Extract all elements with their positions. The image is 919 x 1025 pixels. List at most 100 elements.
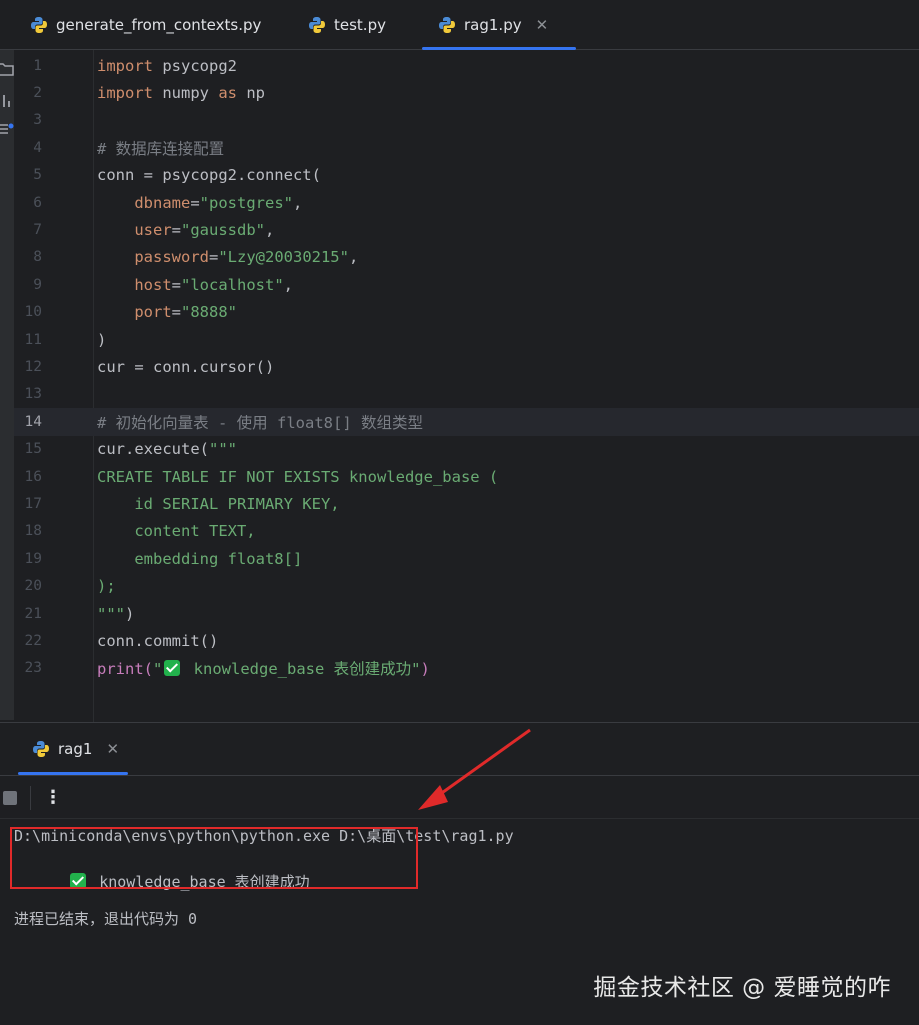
keyword: import — [97, 84, 153, 103]
code-line[interactable]: 13 — [14, 381, 919, 408]
editor-tab-bar: generate_from_contexts.py test.py rag1.p… — [0, 0, 919, 50]
tab-generate-from-contexts[interactable]: generate_from_contexts.py — [30, 0, 261, 50]
string-literal: """ — [208, 440, 237, 459]
check-mark-icon — [164, 660, 181, 677]
line-number: 6 — [33, 194, 42, 211]
param-name: user — [134, 221, 172, 240]
tab-test[interactable]: test.py — [308, 0, 386, 50]
code-line[interactable]: 22 conn.commit() — [14, 627, 919, 654]
more-options-icon[interactable]: ⋮ — [44, 784, 62, 812]
run-tab-label: rag1 — [58, 740, 93, 758]
code-text: ) — [97, 330, 107, 349]
line-number: 20 — [24, 578, 42, 595]
code-editor[interactable]: 1 import psycopg2 2 import numpy as np 3… — [14, 50, 919, 722]
python-run-icon — [33, 741, 49, 757]
string-literal: " — [153, 660, 163, 679]
code-line[interactable]: 4 # 数据库连接配置 — [14, 134, 919, 161]
line-number: 7 — [33, 222, 42, 239]
line-number: 11 — [24, 331, 42, 348]
code-line[interactable]: 9 host="localhost", — [14, 271, 919, 298]
line-number: 13 — [24, 386, 42, 403]
tab-label: rag1.py — [464, 16, 522, 34]
code-line-current[interactable]: 14 # 初始化向量表 - 使用 float8[] 数组类型 — [14, 408, 919, 436]
line-number: 10 — [24, 304, 42, 321]
string-literal: CREATE TABLE IF NOT EXISTS knowledge_bas… — [97, 467, 499, 486]
line-number: 2 — [33, 85, 42, 102]
code-line[interactable]: 8 password="Lzy@20030215", — [14, 244, 919, 271]
line-number: 4 — [33, 139, 42, 156]
string-literal: "postgres" — [199, 193, 293, 212]
comment: # 初始化向量表 - 使用 float8[] 数组类型 — [97, 413, 423, 432]
line-number: 23 — [24, 660, 42, 677]
code-line[interactable]: 19 embedding float8[] — [14, 545, 919, 572]
code-line[interactable]: 10 port="8888" — [14, 299, 919, 326]
python-file-icon — [309, 17, 325, 33]
code-line[interactable]: 3 — [14, 107, 919, 134]
code-line[interactable]: 20 ); — [14, 573, 919, 600]
line-number: 8 — [33, 249, 42, 266]
python-file-icon — [31, 17, 47, 33]
stop-icon[interactable] — [3, 791, 17, 805]
code-line[interactable]: 5 conn = psycopg2.connect( — [14, 162, 919, 189]
close-icon[interactable]: ✕ — [536, 16, 549, 34]
console-exit-message: 进程已结束，退出代码为 0 — [14, 910, 198, 928]
code-line[interactable]: 18 content TEXT, — [14, 518, 919, 545]
string-literal: id SERIAL PRIMARY KEY, — [97, 495, 340, 514]
line-number: 9 — [33, 276, 42, 293]
line-number: 17 — [24, 496, 42, 513]
code-line[interactable]: 7 user="gaussdb", — [14, 216, 919, 243]
annotation-highlight-box — [10, 827, 418, 889]
code-text: numpy — [153, 84, 219, 103]
code-text: psycopg2 — [153, 56, 237, 75]
run-tab-rag1[interactable]: rag1 ✕ — [18, 723, 128, 775]
tab-rag1[interactable]: rag1.py ✕ — [421, 0, 577, 50]
code-line[interactable]: 12 cur = conn.cursor() — [14, 353, 919, 380]
code-line[interactable]: 16 CREATE TABLE IF NOT EXISTS knowledge_… — [14, 463, 919, 490]
code-line[interactable]: 17 id SERIAL PRIMARY KEY, — [14, 490, 919, 517]
code-line[interactable]: 11 ) — [14, 326, 919, 353]
toolbar-separator — [30, 786, 31, 810]
close-icon[interactable]: ✕ — [106, 740, 119, 758]
param-name: dbname — [134, 193, 191, 212]
line-number: 3 — [33, 112, 42, 129]
line-number: 22 — [24, 633, 42, 650]
tool-window-stripe — [0, 50, 14, 720]
code-text: conn = psycopg2.connect( — [97, 166, 321, 185]
code-text: , — [293, 193, 303, 212]
code-text: , — [283, 275, 293, 294]
code-line[interactable]: 15 cur.execute(""" — [14, 436, 919, 463]
string-literal: ); — [97, 577, 116, 596]
code-text: cur = conn.cursor() — [97, 358, 275, 377]
code-line[interactable]: 23 print(" knowledge_base 表创建成功") — [14, 655, 919, 682]
code-text: ) — [420, 660, 430, 679]
line-number: 18 — [24, 523, 42, 540]
code-line[interactable]: 21 """) — [14, 600, 919, 627]
run-toolbar: ⋮ — [0, 775, 919, 819]
python-file-icon — [439, 17, 455, 33]
string-literal: """ — [97, 604, 125, 623]
builtin-function: print( — [97, 660, 153, 679]
string-literal: content TEXT, — [97, 522, 256, 541]
line-number: 5 — [33, 167, 42, 184]
code-line[interactable]: 6 dbname="postgres", — [14, 189, 919, 216]
commit-icon[interactable] — [0, 120, 14, 138]
code-line[interactable]: 2 import numpy as np — [14, 79, 919, 106]
code-text: , — [265, 221, 275, 240]
line-number: 21 — [24, 605, 42, 622]
structure-icon[interactable] — [0, 92, 14, 110]
code-line[interactable]: 1 import psycopg2 — [14, 52, 919, 79]
code-text: , — [348, 248, 359, 267]
comment: # 数据库连接配置 — [97, 139, 225, 158]
string-literal: embedding float8[] — [97, 549, 303, 568]
tab-label: generate_from_contexts.py — [56, 16, 262, 34]
line-number: 19 — [24, 550, 42, 567]
string-literal: "localhost" — [181, 275, 284, 294]
param-name: port — [134, 303, 172, 322]
keyword: as — [218, 84, 237, 103]
param-name: host — [134, 275, 172, 294]
line-number: 15 — [24, 441, 42, 458]
code-text: cur.execute( — [97, 440, 209, 459]
line-number: 1 — [33, 57, 42, 74]
folder-icon[interactable] — [0, 60, 14, 78]
line-number: 12 — [24, 359, 42, 376]
